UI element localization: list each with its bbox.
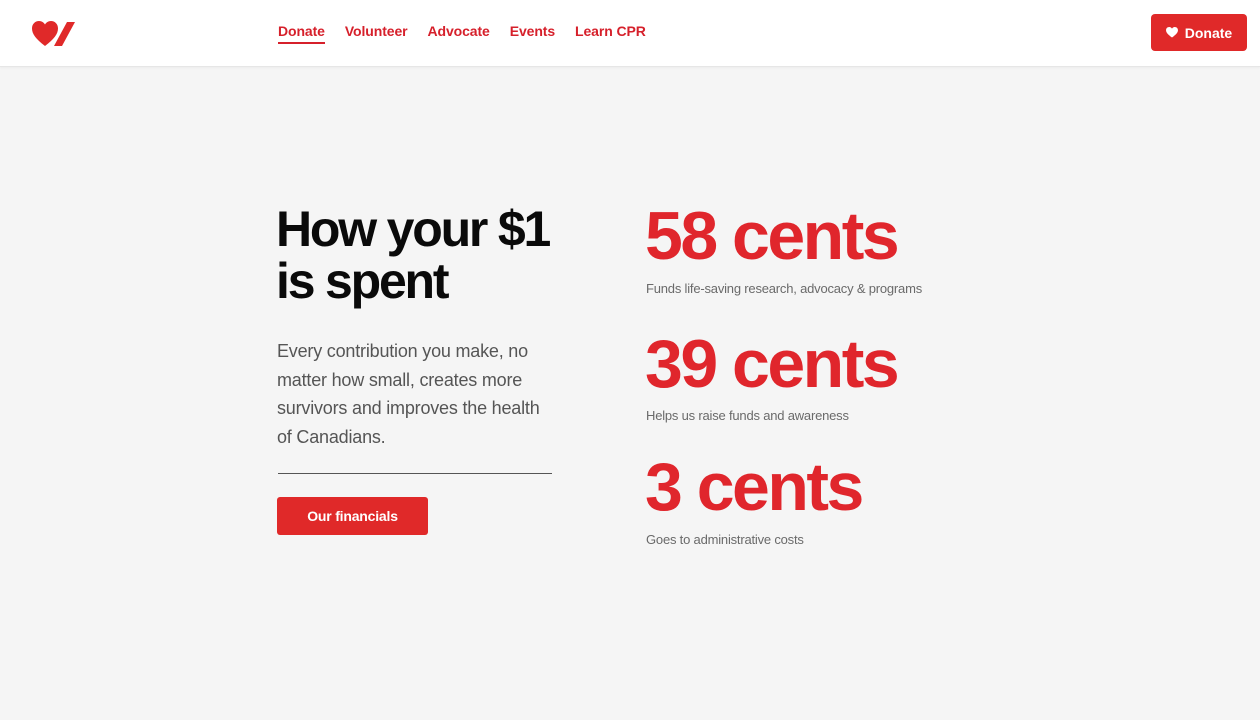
stat-amount-administrative: 3 cents [645, 449, 864, 525]
divider [278, 473, 552, 474]
heart-and-stroke-logo-icon[interactable] [32, 21, 76, 47]
site-header: Donate Volunteer Advocate Events Learn C… [0, 0, 1260, 67]
stat-amount-research: 58 cents [645, 198, 900, 274]
page-title-line-2: is spent [276, 253, 450, 309]
stat-description-fundraising: Helps us raise funds and awareness [646, 408, 849, 423]
donate-button-label: Donate [1184, 24, 1233, 41]
nav-volunteer[interactable]: Volunteer [345, 23, 408, 44]
our-financials-button[interactable]: Our financials [277, 497, 428, 535]
nav-advocate[interactable]: Advocate [428, 23, 490, 44]
stat-description-administrative: Goes to administrative costs [646, 532, 804, 547]
main-nav: Donate Volunteer Advocate Events Learn C… [278, 0, 646, 67]
heart-icon [1165, 27, 1178, 38]
nav-events[interactable]: Events [510, 23, 555, 44]
intro-text: Every contribution you make, no matter h… [277, 341, 540, 448]
nav-learn-cpr[interactable]: Learn CPR [575, 23, 646, 44]
page-title: How your $1 is spent [276, 203, 596, 307]
stat-description-research: Funds life-saving research, advocacy & p… [646, 281, 923, 296]
stat-amount-fundraising: 39 cents [645, 326, 900, 402]
header-donate-button[interactable]: Donate [1151, 14, 1247, 51]
page-title-line-1: How your $1 [276, 201, 551, 257]
nav-donate[interactable]: Donate [278, 23, 325, 44]
